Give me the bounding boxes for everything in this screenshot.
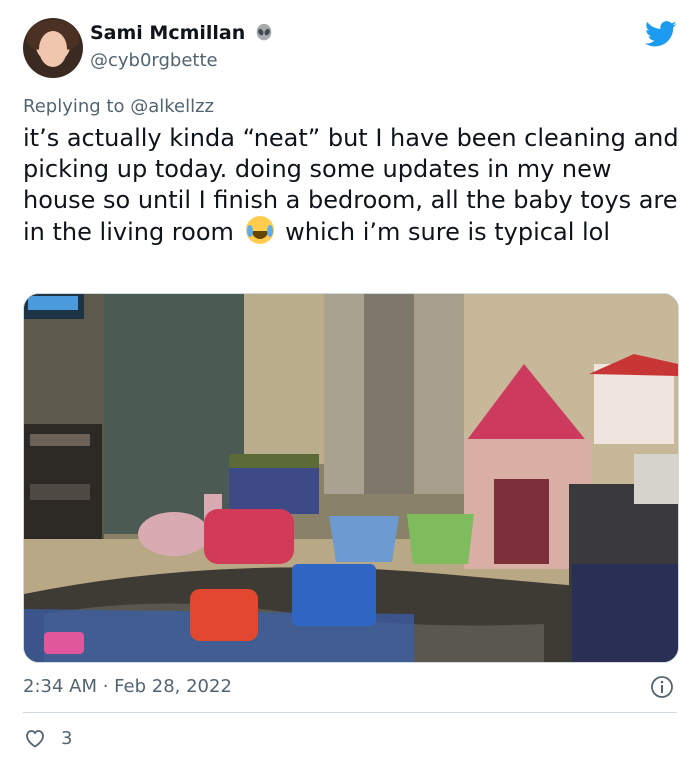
avatar[interactable]: [23, 18, 83, 78]
author-handle[interactable]: @cyb0rgbette: [90, 50, 218, 71]
info-icon[interactable]: [650, 675, 674, 699]
tweet-photo[interactable]: [23, 293, 679, 663]
twitter-bird-icon[interactable]: [645, 18, 677, 50]
tweet-text-part-2: which i’m sure is typical lol: [285, 218, 611, 246]
photo-living-room-toys: [24, 294, 678, 662]
tweet-timestamp[interactable]: 2:34 AM · Feb 28, 2022: [23, 676, 232, 697]
tweet-text: it’s actually kinda “neat” but I have be…: [23, 123, 683, 248]
author-name[interactable]: Sami Mcmillan: [90, 22, 245, 44]
face-with-tears-of-joy-icon: [245, 216, 274, 244]
heart-icon[interactable]: [23, 726, 47, 750]
like-count: 3: [61, 727, 73, 749]
like-action[interactable]: 3: [23, 726, 72, 750]
replying-to: Replying to @alkellzz: [23, 96, 214, 117]
reply-mention-link[interactable]: @alkellzz: [130, 96, 214, 117]
replying-to-label: Replying to: [23, 96, 125, 117]
author-name-row[interactable]: Sami Mcmillan: [90, 22, 275, 44]
alien-icon: [256, 23, 272, 41]
divider: [23, 712, 677, 713]
